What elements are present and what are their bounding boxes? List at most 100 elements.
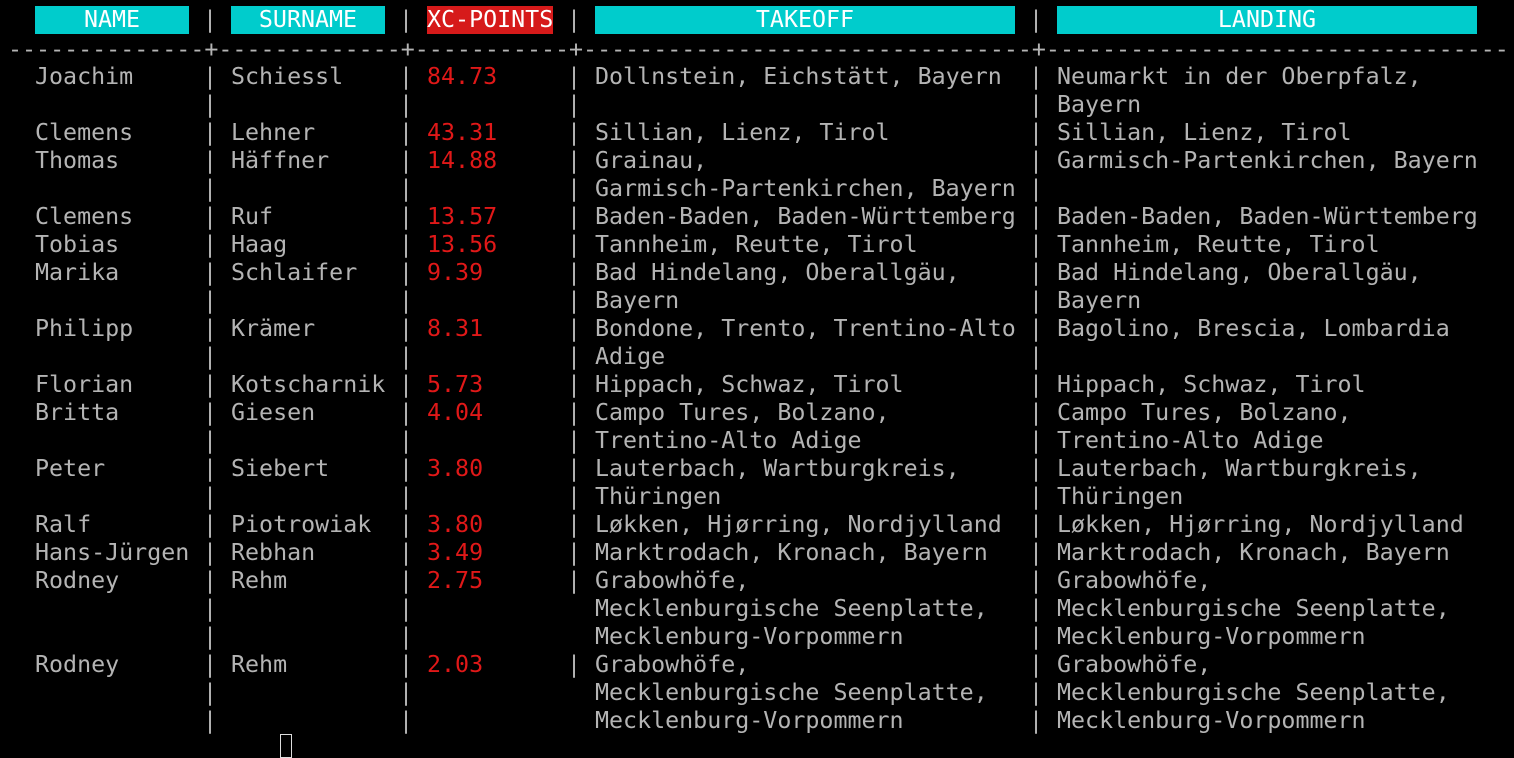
column-separator: | — [399, 511, 414, 538]
cell-surname: Häffner — [231, 147, 330, 174]
column-separator: | — [567, 399, 582, 426]
column-separator: | — [399, 231, 414, 258]
cell-xc-points: 43.31 — [427, 119, 498, 146]
terminal-window[interactable]: NAME | SURNAME | XC-POINTS | TAKEOFF | L… — [8, 6, 1506, 741]
column-separator: | — [1029, 175, 1044, 202]
column-separator: | — [1029, 567, 1044, 594]
column-separator: | — [1029, 427, 1044, 454]
column-separator: | — [1029, 539, 1044, 566]
column-separator: | — [1029, 231, 1044, 258]
cell-surname: Ruf — [231, 203, 274, 230]
column-separator: | — [203, 175, 218, 202]
table-row-continuation: Bayern Bayern | | | | — [8, 287, 1506, 315]
cell-name: Marika — [35, 259, 120, 286]
cell-landing: Bayern — [1057, 287, 1142, 314]
cell-landing: Mecklenburg-Vorpommern — [1057, 623, 1366, 650]
column-separator: | — [567, 91, 582, 118]
column-separator: | — [1029, 259, 1044, 286]
column-separator: | — [203, 315, 218, 342]
column-separator: | — [203, 483, 218, 510]
column-separator: | — [203, 623, 218, 650]
column-separator: | — [567, 567, 582, 594]
cell-name: Joachim — [35, 63, 134, 90]
table-row: Joachim Schiessl 84.73 Dollnstein, Eichstät… — [8, 63, 1506, 91]
cell-landing: Sillian, Lienz, Tirol — [1057, 119, 1352, 146]
column-separator: | — [203, 651, 218, 678]
column-separator: | — [203, 287, 218, 314]
column-separator: | — [399, 175, 414, 202]
cell-landing: Hippach, Schwaz, Tirol — [1057, 371, 1366, 398]
table-row-continuation: Bayern | | | | — [8, 91, 1506, 119]
column-separator: | — [567, 483, 582, 510]
cell-landing: Mecklenburgische Seenplatte, — [1057, 595, 1450, 622]
cell-takeoff: Baden-Baden, Baden-Württemberg — [595, 203, 1016, 230]
cell-landing: Bayern — [1057, 91, 1142, 118]
cell-landing: Neumarkt in der Oberpfalz, — [1057, 63, 1422, 90]
column-separator: | — [1029, 399, 1044, 426]
cell-landing: Garmisch-Partenkirchen, Bayern — [1057, 147, 1478, 174]
cell-takeoff: Sillian, Lienz, Tirol — [595, 119, 890, 146]
cell-xc-points: 4.04 — [427, 399, 484, 426]
cell-name: Clemens — [35, 203, 134, 230]
column-separator: | — [567, 259, 582, 286]
column-separator: | — [567, 371, 582, 398]
column-separator: | — [203, 707, 218, 734]
column-separator: | — [567, 455, 582, 482]
cell-xc-points: 84.73 — [427, 63, 498, 90]
cell-xc-points: 3.49 — [427, 539, 484, 566]
column-separator: | — [399, 6, 414, 33]
column-separator: | — [399, 707, 414, 734]
table-row: Hans-Jürgen Rebhan 3.49 Marktrodach, Kronac… — [8, 539, 1506, 567]
cell-takeoff: Bayern — [595, 287, 680, 314]
column-separator: | — [203, 259, 218, 286]
cell-takeoff: Mecklenburg-Vorpommern — [595, 707, 904, 734]
table-row-continuation: Mecklenburgische Seenplatte, Mecklenburgi… — [8, 679, 1506, 707]
column-separator: | — [1029, 651, 1044, 678]
column-separator: | — [203, 539, 218, 566]
column-separator: | — [203, 343, 218, 370]
cell-landing: Thüringen — [1057, 483, 1184, 510]
cell-surname: Rehm — [231, 651, 288, 678]
cell-surname: Rebhan — [231, 539, 316, 566]
cell-landing: Marktrodach, Kronach, Bayern — [1057, 539, 1450, 566]
header-name: NAME — [35, 6, 189, 34]
table-row-continuation: Adige | | | | — [8, 343, 1506, 371]
column-separator: | — [399, 623, 414, 650]
column-separator: | — [1029, 147, 1044, 174]
cell-name: Peter — [35, 455, 106, 482]
cell-landing: Mecklenburgische Seenplatte, — [1057, 679, 1450, 706]
table-row: Rodney Rehm 2.03 Grabowhöfe, Grabowhöfe, | | | | — [8, 651, 1506, 679]
table-row: Ralf Piotrowiak 3.80 Løkken, Hjørring, Nord… — [8, 511, 1506, 539]
cell-surname: Rehm — [231, 567, 288, 594]
column-separator: | — [1029, 63, 1044, 90]
column-separator: | — [1029, 623, 1044, 650]
cell-surname: Schlaifer — [231, 259, 358, 286]
column-separator: | — [203, 399, 218, 426]
column-separator: | — [203, 231, 218, 258]
table-row-continuation: Mecklenburg-Vorpommern Mecklenburg-Vorpom… — [8, 707, 1506, 735]
cell-surname: Giesen — [231, 399, 316, 426]
cell-xc-points: 3.80 — [427, 511, 484, 538]
table-body: Joachim Schiessl 84.73 Dollnstein, Eichstät… — [8, 63, 1506, 735]
cell-name: Rodney — [35, 651, 120, 678]
column-separator: | — [567, 315, 582, 342]
column-separator: | — [567, 63, 582, 90]
cell-surname: Kotscharnik — [231, 371, 386, 398]
terminal-cursor — [280, 734, 292, 758]
cell-surname: Siebert — [231, 455, 330, 482]
cell-takeoff: Adige — [595, 343, 666, 370]
cell-xc-points: 13.57 — [427, 203, 498, 230]
column-separator: | — [1029, 343, 1044, 370]
cell-landing: Bad Hindelang, Oberallgäu, — [1057, 259, 1422, 286]
cell-xc-points: 2.75 — [427, 567, 484, 594]
column-separator: | — [1029, 371, 1044, 398]
cell-name: Thomas — [35, 147, 120, 174]
column-separator: | — [1029, 287, 1044, 314]
cell-takeoff: Trentino-Alto Adige — [595, 427, 862, 454]
column-separator: | — [399, 679, 414, 706]
column-separator: | — [1029, 91, 1044, 118]
cell-landing: Tannheim, Reutte, Tirol — [1057, 231, 1380, 258]
column-separator: | — [1029, 315, 1044, 342]
cell-takeoff: Grabowhöfe, — [595, 567, 750, 594]
cell-name: Hans-Jürgen — [35, 539, 190, 566]
